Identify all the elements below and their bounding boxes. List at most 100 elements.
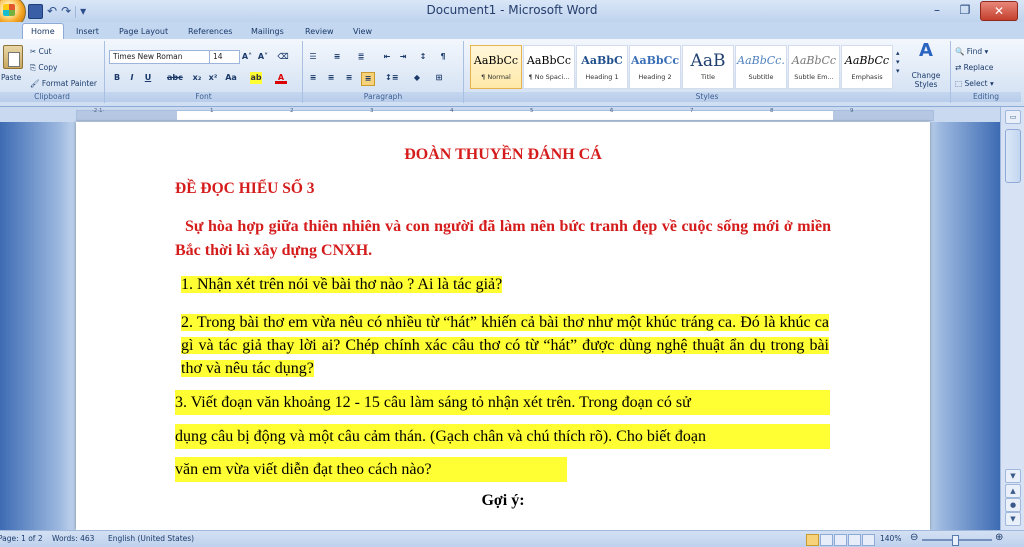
scroll-thumb[interactable]: [1005, 129, 1021, 183]
previous-page-icon[interactable]: ▲: [1005, 484, 1021, 498]
print-layout-icon[interactable]: [806, 534, 819, 546]
zoom-slider-thumb[interactable]: [952, 535, 959, 546]
bullets-icon[interactable]: ☰: [307, 51, 319, 63]
styles-group: AaBbCc ¶ Normal AaBbCc ¶ No Spaci... AaB…: [464, 41, 951, 103]
highlight-color-icon[interactable]: ab: [250, 72, 262, 84]
word-count[interactable]: Words: 463: [52, 534, 94, 543]
grow-font-icon[interactable]: A˄: [241, 51, 253, 63]
styles-group-label: Styles: [464, 92, 950, 102]
change-case-icon[interactable]: Aa: [225, 72, 237, 84]
strikethrough-icon[interactable]: abc: [167, 72, 183, 84]
question-1-text: 1. Nhận xét trên nói về bài thơ nào ? Ai…: [181, 276, 503, 293]
style-normal[interactable]: AaBbCc ¶ Normal: [470, 45, 522, 89]
font-name-select[interactable]: Times New Roman: [109, 50, 210, 64]
show-marks-icon[interactable]: ¶: [437, 51, 449, 63]
intro-text: Sự hòa hợp giữa thiên nhiên và con người…: [175, 218, 831, 259]
tab-references[interactable]: References: [188, 24, 232, 39]
ruler-toggle-icon[interactable]: ▭: [1005, 110, 1021, 124]
decrease-indent-icon[interactable]: ⇤: [381, 51, 393, 63]
draft-icon[interactable]: [862, 534, 875, 546]
copy-button[interactable]: ⎘ Copy: [30, 63, 57, 73]
minimize-button[interactable]: –: [924, 1, 950, 19]
font-size-select[interactable]: 14: [209, 50, 240, 64]
bold-icon[interactable]: B: [111, 72, 123, 84]
paste-icon[interactable]: [3, 45, 23, 69]
page-count[interactable]: Page: 1 of 2: [0, 534, 43, 543]
zoom-in-icon[interactable]: ⊕: [995, 532, 1003, 543]
numbering-icon[interactable]: ≡: [331, 51, 343, 63]
status-bar: Page: 1 of 2 Words: 463 English (United …: [0, 530, 1024, 547]
borders-icon[interactable]: ⊞: [433, 72, 445, 84]
clipboard-group-label: Clipboard: [0, 92, 104, 102]
font-color-icon[interactable]: A: [275, 72, 287, 84]
style-sample: AaBbCc: [526, 54, 572, 67]
align-center-icon[interactable]: ≡: [325, 72, 337, 84]
multilevel-list-icon[interactable]: ≣: [355, 51, 367, 63]
tab-page-layout[interactable]: Page Layout: [119, 24, 168, 39]
shrink-font-icon[interactable]: A˅: [257, 51, 269, 63]
style-heading-2[interactable]: AaBbCc Heading 2: [629, 45, 681, 89]
question-2: 2. Trong bài thơ em vừa nêu có nhiều từ …: [179, 311, 829, 380]
word-window: ↶ ↷ ▾ Document1 - Microsoft Word – ❐ ✕ H…: [0, 0, 1024, 547]
format-painter-label: Format Painter: [41, 79, 97, 88]
select-browse-object-icon[interactable]: ●: [1005, 498, 1021, 512]
tab-review[interactable]: Review: [305, 24, 334, 39]
ruler-tick: 4: [450, 108, 454, 114]
document-page[interactable]: ĐOÀN THUYỀN ĐÁNH CÁ ĐỀ ĐỌC HIỂU SỐ 3 Sự …: [76, 122, 930, 530]
web-layout-icon[interactable]: [834, 534, 847, 546]
question-2-text: 2. Trong bài thơ em vừa nêu có nhiều từ …: [181, 314, 829, 377]
ruler-track: [76, 110, 934, 121]
full-screen-reading-icon[interactable]: [820, 534, 833, 546]
paragraph-group-label: Paragraph: [303, 92, 463, 102]
maximize-button[interactable]: ❐: [952, 1, 978, 19]
language-status[interactable]: English (United States): [108, 534, 194, 543]
align-left-icon[interactable]: ≡: [307, 72, 319, 84]
superscript-icon[interactable]: x²: [207, 72, 219, 84]
next-page-icon[interactable]: ▼: [1005, 512, 1021, 526]
find-button[interactable]: 🔍 Find ▾: [955, 47, 988, 56]
replace-label: Replace: [963, 63, 994, 72]
paste-label[interactable]: Paste: [1, 73, 21, 82]
italic-icon[interactable]: I: [126, 72, 138, 84]
horizontal-ruler[interactable]: ·2·1· 1 2 3 4 5 6 7 8 9: [0, 107, 1024, 123]
select-button[interactable]: ⬚ Select ▾: [955, 79, 994, 88]
change-styles-icon[interactable]: A: [915, 42, 937, 65]
underline-icon[interactable]: U: [142, 72, 154, 84]
tab-home[interactable]: Home: [22, 23, 64, 39]
style-emphasis[interactable]: AaBbCc Emphasis: [841, 45, 893, 89]
styles-scroll[interactable]: ▴ ▾ ▾: [896, 49, 900, 76]
outline-icon[interactable]: [848, 534, 861, 546]
tab-view[interactable]: View: [353, 24, 372, 39]
replace-button[interactable]: ⇄ Replace: [955, 63, 993, 72]
style-name: Title: [701, 73, 715, 81]
scroll-down-icon[interactable]: ▼: [1005, 469, 1021, 483]
style-sample: AaBbCc.: [737, 54, 785, 67]
cut-button[interactable]: ✂ Cut: [30, 47, 52, 56]
paragraph-group: ☰ ≡ ≣ ⇤ ⇥ ↕ ¶ ≡ ≡ ≡ ≡ ↕≡ ◆ ⊞ Paragraph: [303, 41, 464, 103]
increase-indent-icon[interactable]: ⇥: [397, 51, 409, 63]
style-title[interactable]: AaB Title: [682, 45, 734, 89]
style-heading-1[interactable]: AaBbC Heading 1: [576, 45, 628, 89]
change-styles-label[interactable]: Change Styles: [909, 71, 943, 89]
vertical-scrollbar[interactable]: ▭ ▼ ▲ ● ▼: [1000, 107, 1024, 530]
style-subtitle[interactable]: AaBbCc. Subtitle: [735, 45, 787, 89]
zoom-out-icon[interactable]: ⊖: [910, 532, 918, 543]
line-spacing-icon[interactable]: ↕≡: [385, 72, 398, 84]
close-button[interactable]: ✕: [980, 1, 1018, 21]
shading-icon[interactable]: ◆: [411, 72, 423, 84]
tab-insert[interactable]: Insert: [76, 24, 99, 39]
style-no-spacing[interactable]: AaBbCc ¶ No Spaci...: [523, 45, 575, 89]
sort-icon[interactable]: ↕: [417, 51, 429, 63]
ruler-tick: 5: [530, 108, 534, 114]
style-subtle-emphasis[interactable]: AaBbCc Subtle Em...: [788, 45, 840, 89]
intro-paragraph: Sự hòa hợp giữa thiên nhiên và con người…: [175, 215, 831, 263]
justify-icon[interactable]: ≡: [361, 72, 375, 86]
clear-formatting-icon[interactable]: ⌫: [277, 51, 289, 63]
document-title: ĐOÀN THUYỀN ĐÁNH CÁ: [404, 146, 602, 163]
zoom-level[interactable]: 140%: [880, 534, 901, 543]
subscript-icon[interactable]: x₂: [191, 72, 203, 84]
format-painter-button[interactable]: 🖌 Format Painter: [30, 79, 97, 88]
tab-mailings[interactable]: Mailings: [251, 24, 284, 39]
align-right-icon[interactable]: ≡: [343, 72, 355, 84]
style-name: Heading 1: [585, 73, 619, 81]
